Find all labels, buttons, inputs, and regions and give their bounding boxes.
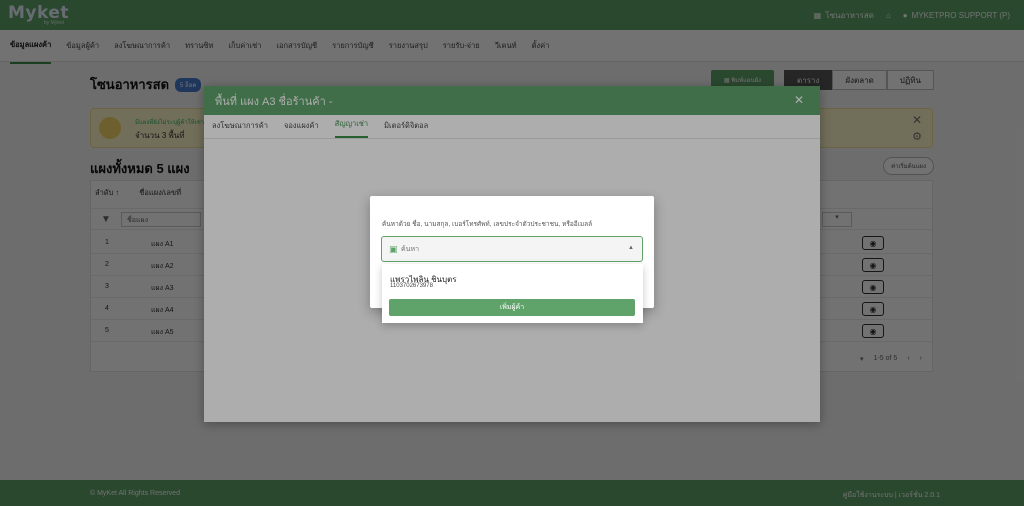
contact-search-icon: ▣ xyxy=(389,244,398,254)
vendor-search-input[interactable] xyxy=(401,242,621,256)
vendor-search-field[interactable]: ▣ ▲ xyxy=(381,236,643,262)
caret-up-icon[interactable]: ▲ xyxy=(628,245,634,251)
search-hint-label: ค้นหาด้วย ชื่อ, นามสกุล, เบอร์โทรศัพท์, … xyxy=(382,221,593,228)
vendor-option-id: 1103702673978 xyxy=(390,283,433,289)
vendor-dropdown: แพรวไพลิน ชินบุตร 1103702673978 เพิ่มผู้… xyxy=(382,264,643,323)
add-vendor-button[interactable]: เพิ่มผู้ค้า xyxy=(389,299,635,316)
